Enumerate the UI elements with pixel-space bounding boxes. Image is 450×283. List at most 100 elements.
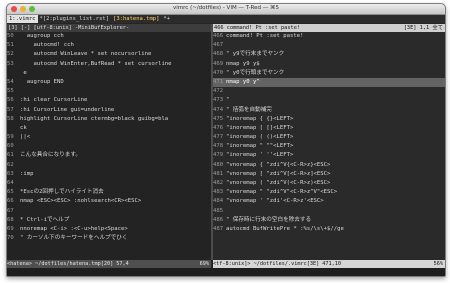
line-text: " 保存時に行末の空白を除去する — [226, 216, 312, 223]
buffer-line[interactable]: 54 augroup END — [7, 78, 211, 87]
buffer-line[interactable]: 473 " — [213, 96, 445, 105]
line-text: "inoremap [ []<LEFT> — [226, 124, 294, 131]
buffer-line[interactable]: 479 "inoremap ' ''<LEFT> — [213, 151, 445, 160]
right-header-position: [3E] 1,1 全て — [403, 25, 443, 31]
buffer-line[interactable]: 487 autocmd BufWritePre * :%s/\s\+$//ge — [213, 225, 445, 234]
line-number: 65 — [7, 189, 14, 196]
line-number: 61 — [7, 152, 14, 159]
line-text: "inoremap { {}<LEFT> — [226, 115, 294, 122]
buffer-line[interactable]: 478 "inoremap " ""<LEFT> — [213, 142, 445, 151]
line-text: highlight CursorLine ctermbg=black guibg… — [20, 115, 169, 122]
line-text: " — [226, 97, 230, 104]
line-number: 474 — [213, 106, 224, 113]
buffer-line[interactable]: 469 nmap y9 y$ — [213, 60, 445, 69]
buffer-line[interactable]: 468 " y9で行末までヤンク — [213, 50, 445, 59]
tab-3[interactable]: [3:hatena.tmp] — [111, 15, 161, 23]
buffer-line[interactable]: 68 * Ctrl-iでヘルプ — [7, 216, 211, 225]
buffer-line[interactable]: 55 — [7, 87, 211, 96]
buffer-line[interactable]: 475 "inoremap { {}<LEFT> — [213, 115, 445, 124]
buffer-line[interactable]: 476 "inoremap [ []<LEFT> — [213, 124, 445, 133]
buffer-line[interactable]: 484 "vnoremap ' "zdi'<C-R>z'<ESC> — [213, 197, 445, 206]
line-number: 468 — [213, 51, 224, 58]
buffer-line[interactable]: 466 command! Pt :set paste! — [213, 32, 445, 41]
line-number: 57 — [7, 106, 14, 113]
left-pane[interactable]: [3] [-] [utf-8:unix] -MiniBufExplorer- 5… — [7, 24, 211, 260]
buffer-line[interactable]: 480 "vnoremap { "zdi^V{<C-R>z}<ESC> — [213, 161, 445, 170]
buffer-line[interactable]: 70 " カーソル下のキーワードをヘルプでひく — [7, 234, 211, 243]
line-number: 472 — [213, 88, 224, 95]
buffer-line[interactable]: 470 " y0で行頭までヤンク — [213, 69, 445, 78]
buffer-line[interactable]: 69 nnoremap <C-i> :<C-u>help<Space> — [7, 225, 211, 234]
tab-line: 1:.vimrc *[2:plugins_list.rst] [3:hatena.t… — [7, 15, 445, 23]
buffer-line[interactable]: 56:hi clear CursorLine — [7, 96, 211, 105]
buffer-line[interactable]: 474 " 括弧を自動補完 — [213, 106, 445, 115]
buffer-line[interactable]: 485 — [213, 207, 445, 216]
buffer-line[interactable]: 57:hi CursorLine gui=underline — [7, 106, 211, 115]
tab-4[interactable]: *+ — [161, 15, 172, 23]
line-number: 469 — [213, 60, 224, 67]
right-buffer-lines[interactable]: 466 command! Pt :set paste! 467 468 " y9で行末ま… — [213, 32, 445, 234]
title-bar[interactable]: vimrc (~/dotfiles) - VIM — T-Red — ⌘5 — [7, 4, 445, 15]
line-text: "inoremap " ""<LEFT> — [226, 143, 294, 150]
line-text: " 括弧を自動補完 — [226, 106, 272, 113]
buffer-line[interactable]: 59 ||< — [7, 133, 211, 142]
right-status-line: <tf-8:unix]> ~/dotfiles/.vimrc[3E] 471,1… — [213, 260, 445, 268]
line-text: autocmd WinEnter,BufRead * set cursorlin… — [20, 60, 172, 67]
line-number: 482 — [213, 180, 224, 186]
line-text: " y9で行末までヤンク — [226, 51, 285, 58]
buffer-line[interactable]: 481 "vnoremap [ "zdi^V[<C-R>z]<ESC> — [213, 170, 445, 179]
tab-2[interactable]: *[2:plugins_list.rst] — [38, 15, 112, 23]
buffer-line[interactable]: 477 "inoremap ( ()<LEFT> — [213, 133, 445, 142]
buffer-line[interactable]: 63:imp — [7, 170, 211, 179]
line-number: 475 — [213, 115, 224, 122]
buffer-line[interactable]: ck — [7, 124, 211, 133]
line-number: 466 — [213, 33, 224, 39]
line-text: こんな具合になります。 — [20, 152, 81, 159]
buffer-line[interactable]: 60 — [7, 142, 211, 151]
line-number: 487 — [213, 225, 224, 232]
right-status-percent: 56% — [433, 261, 443, 267]
buffer-line[interactable]: 51 autocmd! cch — [7, 41, 211, 50]
right-header-text: 466 command! Pt :set paste! — [214, 25, 301, 31]
right-status-text: <tf-8:unix]> ~/dotfiles/.vimrc[3E] 471,1… — [213, 261, 342, 267]
command-line[interactable] — [7, 268, 445, 276]
tab-1[interactable]: 1:.vimrc — [7, 15, 38, 23]
line-number: 62 — [7, 161, 14, 168]
buffer-line[interactable]: 62 — [7, 161, 211, 170]
line-text: "vnoremap { "zdi^V{<C-R>z}<ESC> — [226, 161, 331, 168]
buffer-line[interactable]: 482 "vnoremap ( "zdi^V(<C-R>z)<ESC> — [213, 179, 445, 188]
buffer-line[interactable]: 52 autocmd WinLeave * set nocursorline — [7, 50, 211, 59]
buffer-line[interactable]: 64 — [7, 179, 211, 188]
line-number: 51 — [7, 42, 14, 49]
right-pane[interactable]: 466 command! Pt :set paste! [3E] 1,1 全て … — [213, 24, 445, 260]
line-number: 68 — [7, 216, 14, 223]
buffer-line[interactable]: 486 " 保存時に行末の空白を除去する — [213, 216, 445, 225]
buffer-line[interactable]: 61 こんな具合になります。 — [7, 151, 211, 160]
line-text: command! Pt :set paste! — [226, 33, 304, 39]
line-text: "inoremap ( ()<LEFT> — [226, 134, 294, 141]
buffer-line[interactable]: 53 autocmd WinEnter,BufRead * set cursor… — [7, 60, 211, 69]
line-number: 53 — [7, 60, 14, 67]
line-number: 484 — [213, 198, 224, 205]
buffer-line[interactable]: e — [7, 69, 211, 78]
line-number: 478 — [213, 143, 224, 150]
buffer-line[interactable]: 65 *Escの2回押しでハイライト消去 — [7, 188, 211, 197]
left-buffer-lines[interactable]: 50 augroup cch 51 autocmd! cch 52 autocmd … — [7, 32, 211, 243]
buffer-line[interactable]: 67 — [7, 207, 211, 216]
line-number: 486 — [213, 216, 224, 223]
line-text: e — [20, 69, 27, 76]
buffer-line[interactable]: 467 — [213, 41, 445, 50]
buffer-line[interactable]: 50 augroup cch — [7, 32, 211, 41]
line-number: 59 — [7, 134, 14, 141]
buffer-line[interactable]: 66 nmap <ESC><ESC> :nohlsearch<CR><ESC> — [7, 197, 211, 206]
line-number: 60 — [7, 143, 14, 150]
buffer-line[interactable]: 471 nmap y0 y^ — [213, 77, 445, 88]
line-number: 55 — [7, 88, 14, 95]
line-text: nmap y0 y^ — [226, 78, 260, 85]
buffer-line[interactable]: 483 "vnoremap " "zdi^V"<C-R>z^V"<ESC> — [213, 188, 445, 197]
buffer-line[interactable]: 58 highlight CursorLine ctermbg=black gui… — [7, 115, 211, 124]
line-number: 64 — [7, 180, 14, 186]
line-text: nmap <ESC><ESC> :nohlsearch<CR><ESC> — [20, 198, 142, 205]
buffer-line[interactable]: 472 — [213, 87, 445, 96]
line-number: 471 — [213, 78, 224, 85]
